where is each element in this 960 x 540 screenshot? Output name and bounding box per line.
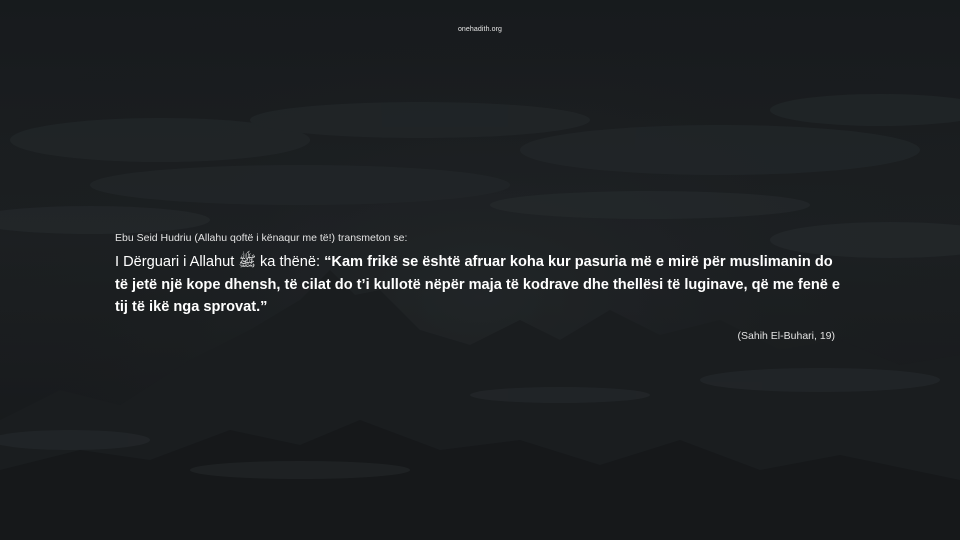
hadith-source: (Sahih El-Buhari, 19) [737,329,835,342]
hadith-card: Ebu Seid Hudriu (Allahu qoftë i kënaqur … [115,231,845,342]
narrator-line: Ebu Seid Hudriu (Allahu qoftë i kënaqur … [115,232,408,244]
hadith-intro: I Dërguari i Allahut ﷺ ka thënë: [115,254,325,270]
hadith-text: I Dërguari i Allahut ﷺ ka thënë: “Kam fr… [115,251,845,319]
site-domain-link[interactable]: onehadith.org [0,26,960,33]
